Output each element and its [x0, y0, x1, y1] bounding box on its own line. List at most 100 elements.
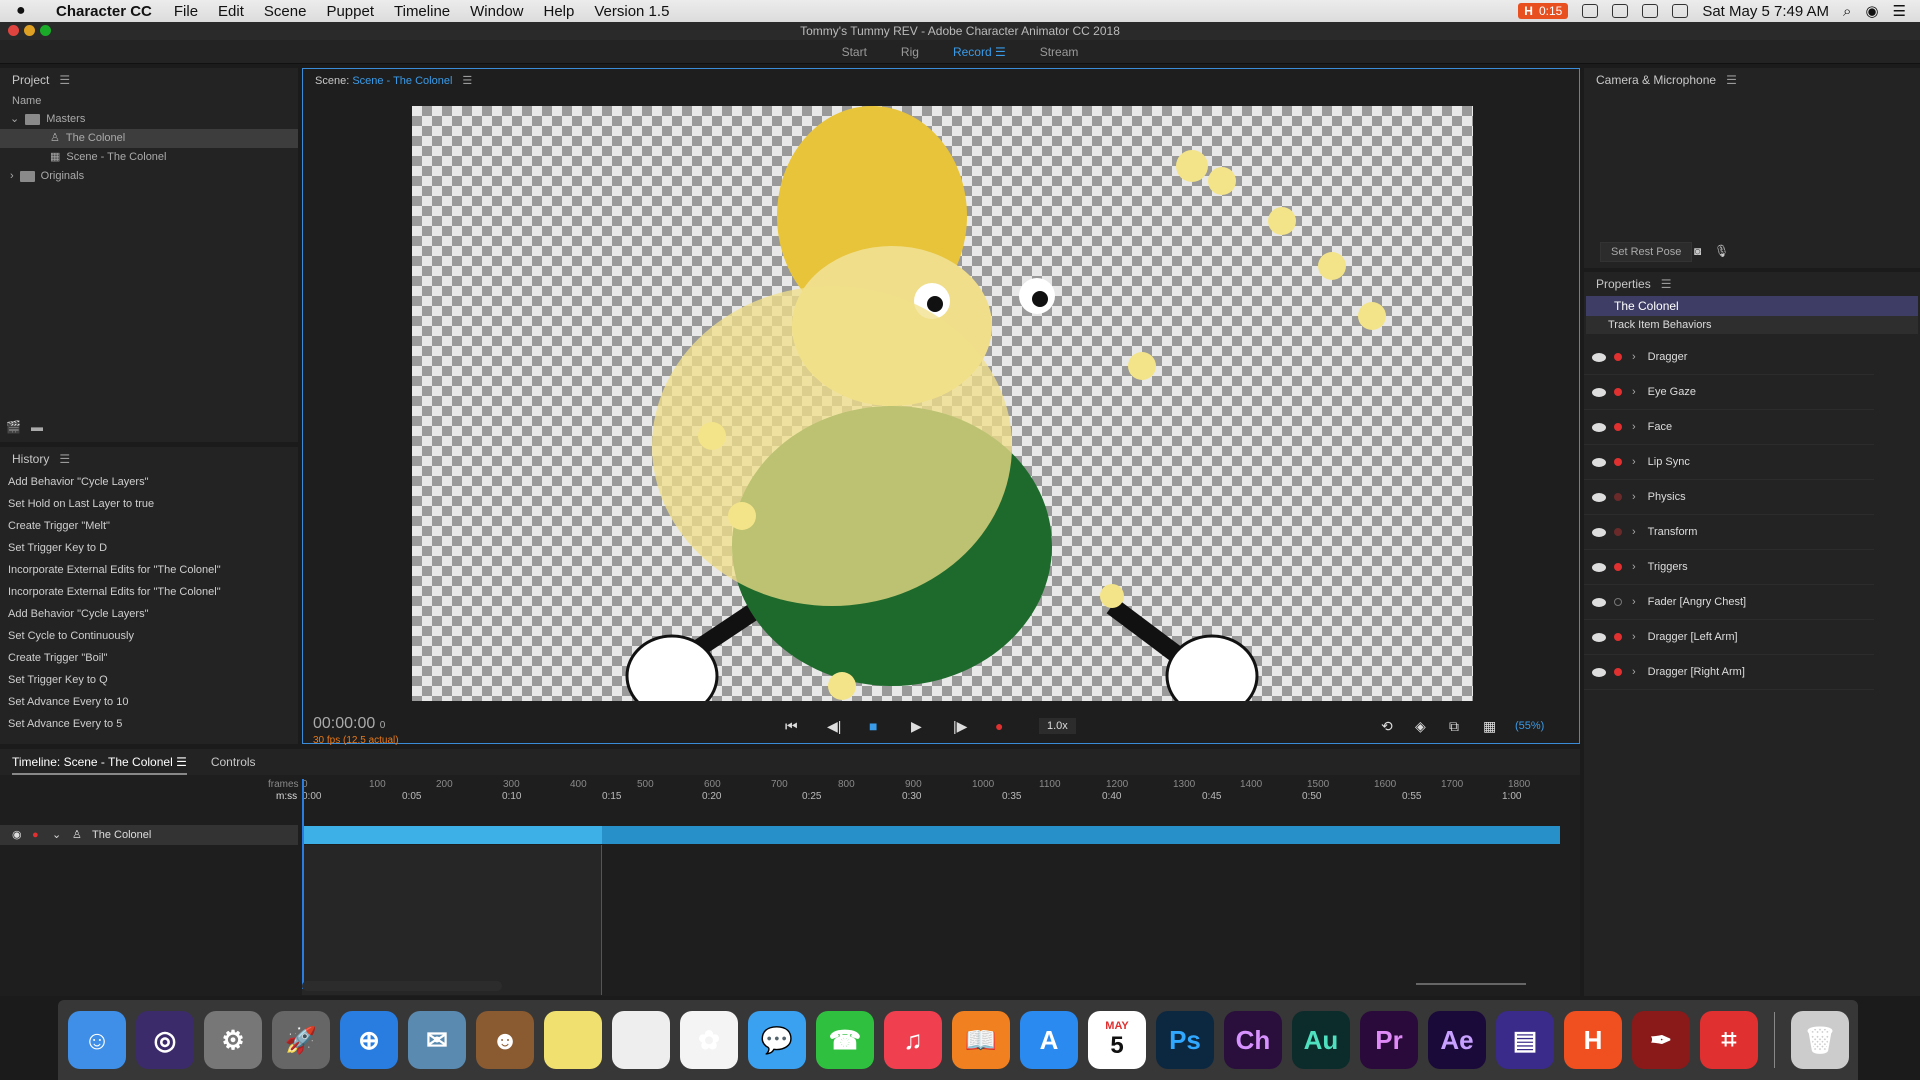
after-effects-icon[interactable]: Ae: [1428, 1011, 1486, 1069]
itunes-icon[interactable]: ♫: [884, 1011, 942, 1069]
tab-stream[interactable]: Stream: [1040, 40, 1079, 63]
contacts-icon[interactable]: ☻: [476, 1011, 534, 1069]
history-item[interactable]: Add Behavior "Cycle Layers": [0, 603, 298, 625]
search-icon[interactable]: ⌕: [1843, 3, 1851, 20]
history-item[interactable]: Incorporate External Edits for "The Colo…: [0, 559, 298, 581]
menu-timeline[interactable]: Timeline: [394, 3, 450, 20]
behavior-row[interactable]: › Dragger [Left Arm]: [1584, 620, 1874, 655]
record-arm-icon[interactable]: [1614, 528, 1622, 536]
creative-cloud-icon[interactable]: [1612, 4, 1629, 18]
ibooks-icon[interactable]: 📖: [952, 1011, 1010, 1069]
history-item[interactable]: Create Trigger "Melt": [0, 515, 298, 537]
app-menu[interactable]: Character CC: [56, 3, 152, 20]
screenshot-app-icon[interactable]: ⌗: [1700, 1011, 1758, 1069]
finder-icon[interactable]: ☺: [68, 1011, 126, 1069]
scene-canvas[interactable]: [412, 106, 1473, 718]
history-item[interactable]: Set Cycle to Continuously: [0, 625, 298, 647]
behavior-row[interactable]: › Triggers: [1584, 550, 1874, 585]
track-the-colonel[interactable]: ◉ ● ⌄ ♙ The Colonel: [0, 825, 1580, 845]
playhead[interactable]: [302, 779, 304, 989]
menu-puppet[interactable]: Puppet: [326, 3, 374, 20]
wifi-icon[interactable]: [1642, 4, 1659, 18]
track-item-behaviors-header[interactable]: Track Item Behaviors: [1586, 316, 1918, 334]
menu-window[interactable]: Window: [470, 3, 523, 20]
eye-icon[interactable]: [1592, 387, 1606, 397]
record-arm-icon[interactable]: [1614, 668, 1622, 676]
history-menu-icon[interactable]: ☰: [59, 447, 70, 471]
history-item[interactable]: Add Behavior "Cycle Layers": [0, 471, 298, 493]
chevron-right-icon[interactable]: ›: [1632, 421, 1636, 433]
notification-icon[interactable]: ☰: [1893, 2, 1906, 20]
tab-record[interactable]: Record ☰: [953, 40, 1006, 63]
step-back-button[interactable]: ◀|: [827, 718, 841, 735]
character-animator-icon[interactable]: Ch: [1224, 1011, 1282, 1069]
system-preferences-icon[interactable]: ⚙: [204, 1011, 262, 1069]
app-store-icon[interactable]: A: [1020, 1011, 1078, 1069]
step-forward-button[interactable]: |▶: [953, 718, 967, 735]
chevron-right-icon[interactable]: ›: [1632, 561, 1636, 573]
eye-icon[interactable]: [1592, 562, 1606, 572]
history-item[interactable]: Set Trigger Key to Q: [0, 669, 298, 691]
menu-help[interactable]: Help: [544, 3, 575, 20]
eye-icon[interactable]: [1592, 527, 1606, 537]
audition-icon[interactable]: Au: [1292, 1011, 1350, 1069]
eye-icon[interactable]: [1592, 457, 1606, 467]
chevron-right-icon[interactable]: ›: [10, 167, 14, 186]
siri-icon[interactable]: ◎: [136, 1011, 194, 1069]
chevron-right-icon[interactable]: ›: [1632, 631, 1636, 643]
behavior-row[interactable]: › Physics: [1584, 480, 1874, 515]
mirror-icon[interactable]: ⧉: [1449, 718, 1459, 735]
loop-icon[interactable]: ⟲: [1381, 718, 1393, 735]
reminders-icon[interactable]: [612, 1011, 670, 1069]
eye-icon[interactable]: [1592, 667, 1606, 677]
tab-controls[interactable]: Controls: [211, 749, 256, 775]
eye-icon[interactable]: [1592, 632, 1606, 642]
tree-item-masters[interactable]: ⌄ Masters: [0, 110, 298, 129]
premiere-icon[interactable]: Pr: [1360, 1011, 1418, 1069]
camera-toggle-icon[interactable]: ◙: [1694, 244, 1701, 258]
behavior-row[interactable]: › Eye Gaze: [1584, 375, 1874, 410]
menu-version[interactable]: Version 1.5: [594, 3, 669, 20]
record-arm-icon[interactable]: ●: [32, 825, 39, 845]
menu-scene[interactable]: Scene: [264, 3, 307, 20]
record-arm-icon[interactable]: [1614, 563, 1622, 571]
chevron-right-icon[interactable]: ›: [1632, 596, 1636, 608]
menu-edit[interactable]: Edit: [218, 3, 244, 20]
photoshop-icon[interactable]: Ps: [1156, 1011, 1214, 1069]
go-to-start-button[interactable]: ⏮: [785, 718, 798, 735]
project-menu-icon[interactable]: ☰: [59, 68, 70, 92]
eye-icon[interactable]: ◉: [12, 825, 22, 845]
track-bar[interactable]: [302, 826, 1560, 844]
chevron-down-icon[interactable]: ⌄: [10, 110, 19, 129]
behavior-row[interactable]: › Dragger [Right Arm]: [1584, 655, 1874, 690]
new-scene-icon[interactable]: 🎬: [6, 420, 21, 434]
photos-icon[interactable]: ✿: [680, 1011, 738, 1069]
behavior-row[interactable]: › Lip Sync: [1584, 445, 1874, 480]
history-item[interactable]: Set Hold on Last Layer to true: [0, 493, 298, 515]
minimize-window-button[interactable]: [24, 25, 35, 36]
history-item[interactable]: Set Trigger Key to D: [0, 537, 298, 559]
eye-icon[interactable]: [1592, 597, 1606, 607]
timeline-scrollbar[interactable]: [302, 981, 502, 991]
record-arm-icon[interactable]: [1614, 423, 1622, 431]
trash-icon[interactable]: 🗑: [1791, 1011, 1849, 1069]
tab-timeline[interactable]: Timeline: Scene - The Colonel ☰: [12, 749, 187, 775]
behavior-row[interactable]: › Dragger: [1584, 340, 1874, 375]
timer-badge[interactable]: H 0:15: [1518, 3, 1569, 19]
history-item[interactable]: Set Advance Every to 5: [0, 713, 298, 735]
track-header[interactable]: ◉ ● ⌄ ♙ The Colonel: [0, 825, 298, 845]
calendar-icon[interactable]: MAY 5: [1088, 1011, 1146, 1069]
behavior-row[interactable]: › Fader [Angry Chest]: [1584, 585, 1874, 620]
chevron-right-icon[interactable]: ›: [1632, 456, 1636, 468]
record-arm-icon[interactable]: [1614, 388, 1622, 396]
mail-icon[interactable]: ✉: [408, 1011, 466, 1069]
chevron-right-icon[interactable]: ›: [1632, 386, 1636, 398]
close-window-button[interactable]: [8, 25, 19, 36]
chevron-right-icon[interactable]: ›: [1632, 666, 1636, 678]
play-button[interactable]: ▶: [911, 718, 922, 735]
eye-icon[interactable]: [1592, 422, 1606, 432]
time-ruler[interactable]: frames m:ss 0 100 200 300 400 500 600 700 800 900…: [268, 779, 1562, 809]
media-encoder-icon[interactable]: ▤: [1496, 1011, 1554, 1069]
tree-item-the-colonel[interactable]: ♙ The Colonel: [0, 129, 298, 148]
new-folder-icon[interactable]: ▬: [31, 420, 43, 434]
